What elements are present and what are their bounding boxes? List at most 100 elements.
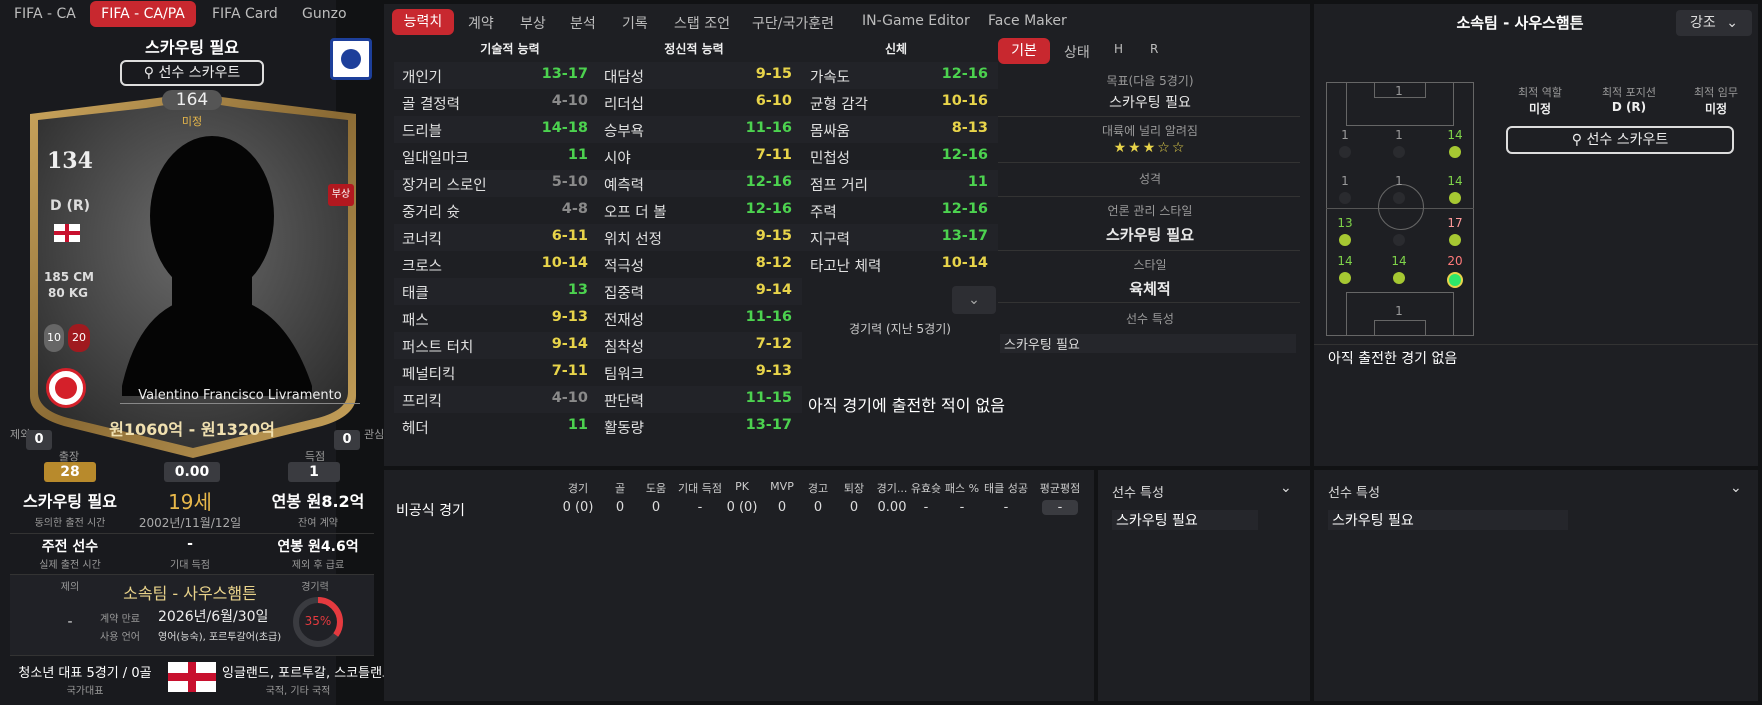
pitch-position-dot[interactable] [1339,192,1351,204]
divider [998,250,1300,251]
scout-player-button[interactable]: ⚲ 선수 스카우트 [120,60,264,86]
attribute-value: 7-11 [755,147,792,163]
remaining-contract-label: 잔여 계약 [298,518,338,529]
attribute-row: 팀워크 9-13 [596,359,802,386]
tab-6[interactable]: 구단/국가훈련 [752,13,834,33]
traits-label: 선수 특성 [1126,312,1174,326]
stat-cell: - [1042,500,1078,515]
tab-fifa-card[interactable]: FIFA Card [212,6,278,22]
attribute-value: 4-10 [551,93,588,109]
divider [998,302,1300,303]
tab-basic[interactable]: 기본 [998,38,1050,64]
tab-h[interactable]: H [1114,42,1123,56]
attribute-name: 페널티킥 [402,367,456,383]
attribute-value: 9-15 [755,228,792,244]
attribute-row: 오프 더 볼 12-16 [596,197,802,224]
attribute-name: 주력 [810,205,837,221]
pitch-rating: 20 [1447,254,1463,268]
best-role: 미정 [1528,102,1552,116]
chevron-down-icon[interactable]: ⌄ [1730,480,1742,496]
attribute-row: 예측력 12-16 [596,170,802,197]
tab-3[interactable]: 분석 [570,13,596,33]
youth-caps: 청소년 대표 5경기 / 0골 [18,666,152,681]
stat-cell: - [1003,500,1009,515]
attribute-row: 지구력 13-17 [802,224,998,251]
pitch-position-dot[interactable] [1449,146,1461,158]
england-flag-icon [168,662,216,692]
tab-0[interactable]: 능력치 [392,9,454,35]
tab-1[interactable]: 계약 [468,13,494,33]
tab-r[interactable]: R [1150,42,1158,56]
pitch-position-dot[interactable] [1393,192,1405,204]
pitch-position-dot[interactable] [1339,234,1351,246]
badge-left: 10 [44,324,64,352]
attribute-name: 가속도 [810,70,851,86]
attribute-name: 적극성 [604,259,645,275]
pitch-rating: 13 [1337,216,1353,230]
tab-4[interactable]: 기록 [622,13,648,33]
divider [10,533,374,534]
attribute-name: 일대일마크 [402,151,469,167]
card-rating: 134 [47,148,93,174]
attribute-name: 태클 [402,286,429,302]
chevron-down-icon[interactable]: ⌄ [952,286,996,314]
attribute-row: 균형 감각 10-16 [802,89,998,116]
stat-cell: - [959,500,965,515]
attribute-row: 타고난 체력 10-14 [802,251,998,278]
best-position-label: 최적 포지션 [1601,86,1657,99]
attribute-row: 침착성 7-12 [596,332,802,359]
attribute-value: 11 [967,174,988,190]
attribute-row: 장거리 스로인 5-10 [394,170,598,197]
highlight-dropdown[interactable]: 강조 ⌄ [1676,10,1752,36]
language-label: 사용 언어 [100,632,140,643]
attribute-row: 시야 7-11 [596,143,802,170]
attribute-value: 9-13 [551,309,588,325]
scout-player-button-right[interactable]: ⚲ 선수 스카우트 [1506,126,1734,154]
tab-gunzo[interactable]: Gunzo [302,6,347,22]
traits-value-1: 스카우팅 필요 [1112,510,1258,530]
attribute-value: 5-10 [551,174,588,190]
goal-label: 목표(다음 5경기) [1106,74,1194,88]
tab-5[interactable]: 스탭 조언 [674,13,730,33]
divider [998,196,1300,197]
attribute-value: 11-16 [745,309,792,325]
attribute-name: 승부욕 [604,124,645,140]
pitch-position-dot[interactable] [1449,234,1461,246]
pitch-rating: 1 [1341,128,1349,142]
pitch-rating: 1 [1395,304,1403,318]
attribute-value: 11-16 [745,120,792,136]
languages: 영어(능숙), 포르투갈어(초급) [158,632,282,643]
pitch-position-dot[interactable] [1393,234,1405,246]
tab-8[interactable]: Face Maker [988,13,1067,29]
scouting-status: 스카우팅 필요 [145,38,239,57]
attribute-name: 드리블 [402,124,443,140]
pitch-position-dot[interactable] [1447,272,1463,288]
attribute-name: 중거리 슛 [402,205,460,221]
dropdown-label: 강조 [1690,15,1716,31]
pitch-position-dot[interactable] [1339,146,1351,158]
national-team-label: 국가대표 [66,686,104,697]
attribute-row: 판단력 11-15 [596,386,802,413]
divider [998,162,1300,163]
tab-fifa-ca[interactable]: FIFA - CA [14,6,76,22]
tab-fifa-ca-pa[interactable]: FIFA - CA/PA [90,1,196,27]
chevron-down-icon[interactable]: ⌄ [1280,480,1292,496]
tab-status[interactable]: 상태 [1064,42,1090,62]
pitch-position-dot[interactable] [1339,272,1351,284]
pitch-position-dot[interactable] [1393,272,1405,284]
tab-7[interactable]: IN-Game Editor [862,13,970,29]
traits-panel-2 [1314,470,1758,701]
attribute-name: 지구력 [810,232,851,248]
attribute-row: 대담성 9-15 [596,62,802,89]
attribute-row: 몸싸움 8-13 [802,116,998,143]
stat-cell: - [697,500,703,515]
tab-2[interactable]: 부상 [520,13,546,33]
no-games-text: 아직 출전한 경기 없음 [1328,351,1458,367]
attribute-row: 중거리 슛 4-8 [394,197,598,224]
pitch-position-dot[interactable] [1449,192,1461,204]
side-right-label: 관심 [364,428,385,441]
actual-time-label: 실제 출전 시간 [39,560,101,571]
avg-value: 0.00 [164,462,220,482]
pitch-position-dot[interactable] [1393,146,1405,158]
traits-value: 스카우팅 필요 [1000,334,1296,353]
